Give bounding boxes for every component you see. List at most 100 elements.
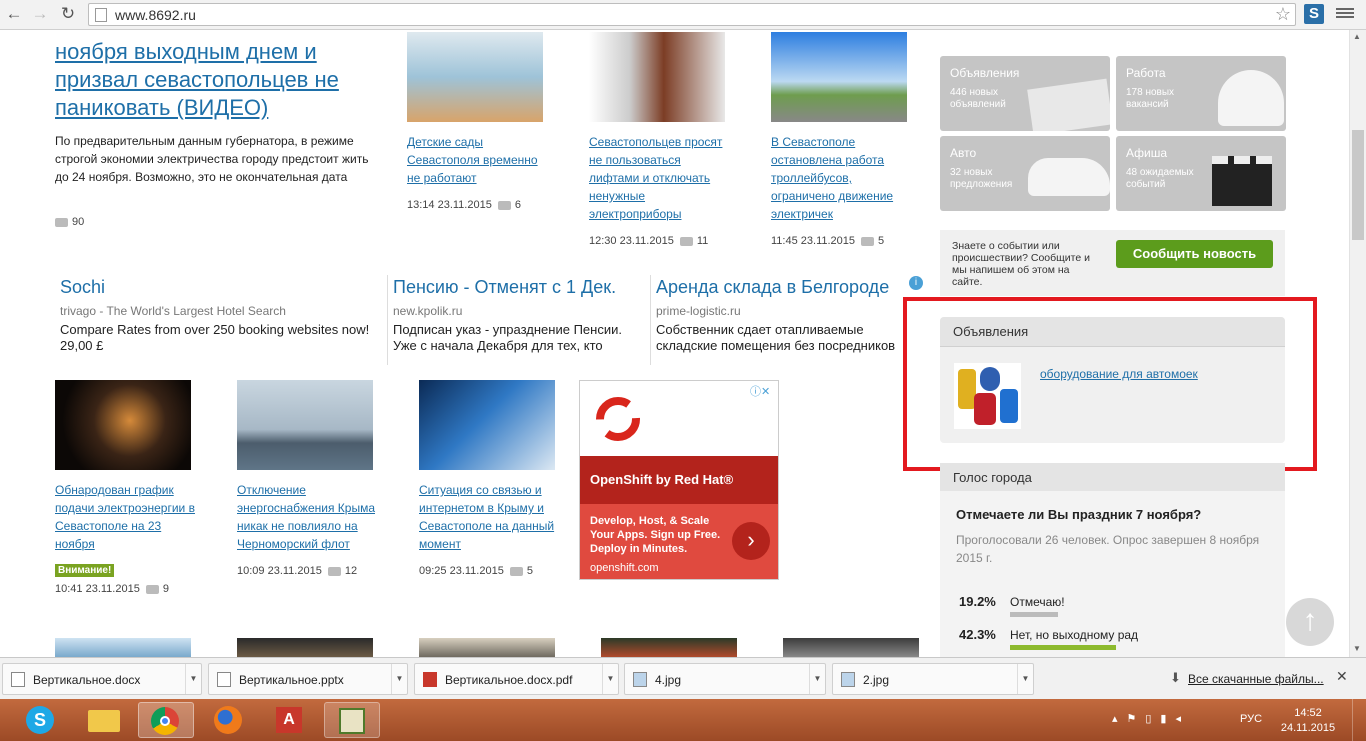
chevron-down-icon[interactable]: ▼: [602, 664, 618, 694]
poll-option-label: Отмечаю!: [1010, 595, 1065, 609]
ad-title[interactable]: Sochi: [60, 277, 380, 298]
news-image-kindergarten[interactable]: [407, 32, 543, 122]
ad-text: Compare Rates from over 250 booking webs…: [60, 322, 370, 353]
tile-subtitle: 48 ожидаемых событий: [1126, 167, 1194, 190]
chevron-right-icon[interactable]: ›: [732, 522, 770, 560]
scrollbar-thumb[interactable]: [1352, 130, 1364, 240]
news-image-network[interactable]: [419, 380, 555, 470]
clock[interactable]: 14:52 24.11.2015: [1278, 706, 1338, 736]
ad-title[interactable]: Аренда склада в Белгороде: [656, 277, 906, 298]
ad-divider: [387, 275, 388, 365]
poll-option-label: Нет, но выходному рад: [1010, 628, 1139, 642]
news-link[interactable]: Отключение энергоснабжения Крыма никак н…: [237, 481, 377, 553]
news-image[interactable]: [419, 638, 555, 657]
download-item[interactable]: Вертикальное.docx ▼: [2, 663, 202, 695]
text-ad[interactable]: Пенсию - Отменят с 1 Дек. new.kpolik.ru …: [393, 277, 643, 354]
adchoices-icon[interactable]: i: [909, 276, 923, 290]
news-image-warship[interactable]: [237, 380, 373, 470]
text-ad[interactable]: Аренда склада в Белгороде prime-logistic…: [656, 277, 906, 354]
chrome-icon[interactable]: [138, 702, 194, 738]
scroll-up-icon[interactable]: ▲: [1353, 32, 1361, 41]
tile-classifieds[interactable]: Объявления 446 новых объявлений: [940, 56, 1110, 131]
tile-jobs[interactable]: Работа 178 новых вакансий: [1116, 56, 1286, 131]
news-image[interactable]: [55, 638, 191, 657]
download-item[interactable]: Вертикальное.pptx ▼: [208, 663, 408, 695]
menu-icon[interactable]: [1336, 6, 1354, 22]
tray-icons[interactable]: ▴⚑▯▮◂: [1112, 712, 1190, 725]
chevron-down-icon[interactable]: ▼: [185, 664, 201, 694]
tile-events[interactable]: Афиша 48 ожидаемых событий: [1116, 136, 1286, 211]
report-news-button[interactable]: Сообщить новость: [1116, 240, 1273, 268]
news-link[interactable]: В Севастополе остановлена работа троллей…: [771, 133, 911, 223]
news-link[interactable]: Обнародован график подачи электроэнергии…: [55, 481, 195, 553]
taskbar: S A ▴⚑▯▮◂ РУС 14:52 24.11.2015: [0, 699, 1366, 741]
news-image-elevator[interactable]: [589, 32, 725, 122]
scroll-to-top-icon[interactable]: ↑: [1286, 598, 1334, 646]
ad-close-icon[interactable]: ⓘ✕: [750, 383, 770, 399]
download-filename: Вертикальное.pptx: [239, 673, 344, 687]
download-item[interactable]: 2.jpg ▼: [832, 663, 1034, 695]
page-scrollbar[interactable]: ▲ ▼: [1349, 30, 1366, 657]
tile-auto[interactable]: Авто 32 новых предложения: [940, 136, 1110, 211]
comment-icon: [509, 566, 523, 576]
report-text: Знаете о событии или происшествии? Сообщ…: [952, 240, 1090, 288]
banner-text: Develop, Host, & Scale Your Apps. Sign u…: [590, 515, 721, 555]
tile-title: Объявления: [950, 66, 1020, 80]
comment-icon: [679, 236, 693, 246]
app-icon[interactable]: [324, 702, 380, 738]
back-icon[interactable]: ←: [4, 4, 24, 24]
bookmark-star-icon[interactable]: ☆: [1275, 4, 1291, 25]
newspaper-icon: [1027, 78, 1110, 131]
reload-icon[interactable]: ↻: [58, 4, 78, 24]
banner-domain: openshift.com: [590, 562, 659, 574]
ad-title[interactable]: Пенсию - Отменят с 1 Дек.: [393, 277, 643, 298]
extension-icon[interactable]: S: [1304, 4, 1324, 24]
text-ad[interactable]: Sochi trivago - The World's Largest Hote…: [60, 277, 380, 354]
news-image[interactable]: [237, 638, 373, 657]
banner-title[interactable]: OpenShift by Red Hat®: [580, 456, 778, 504]
openshift-logo-icon: [596, 397, 640, 441]
forward-icon[interactable]: →: [30, 4, 50, 24]
poll-info: Проголосовали 26 человек. Опрос завершен…: [956, 533, 1260, 565]
download-arrow-icon: ⬇: [1170, 670, 1181, 685]
all-downloads-link[interactable]: Все скачанные файлы...: [1188, 672, 1324, 686]
download-filename: 2.jpg: [863, 673, 890, 687]
openshift-banner[interactable]: OpenShift by Red Hat® Develop, Host, & S…: [579, 380, 779, 580]
show-desktop-button[interactable]: [1352, 699, 1366, 741]
chevron-down-icon[interactable]: ▼: [391, 664, 407, 694]
scroll-down-icon[interactable]: ▼: [1353, 644, 1361, 653]
clock-date: 24.11.2015: [1280, 722, 1336, 734]
lead-comments[interactable]: 90: [55, 216, 84, 228]
poll-option-bar: [1010, 645, 1116, 650]
news-link[interactable]: Севастопольцев просят не пользоваться ли…: [589, 133, 729, 223]
news-image[interactable]: [601, 638, 737, 657]
news-meta: 10:09 23.11.2015 12: [237, 565, 358, 577]
news-link[interactable]: Детские сады Севастополя временно не раб…: [407, 133, 547, 187]
tile-title: Работа: [1126, 66, 1166, 80]
url-text[interactable]: www.8692.ru: [115, 7, 196, 23]
poll-option-percent: 19.2%: [959, 594, 996, 609]
skype-icon[interactable]: S: [20, 702, 60, 738]
chevron-down-icon[interactable]: ▼: [809, 664, 825, 694]
address-bar[interactable]: www.8692.ru ☆: [88, 3, 1296, 26]
news-meta: 11:45 23.11.2015 5: [771, 235, 885, 247]
download-item[interactable]: 4.jpg ▼: [624, 663, 826, 695]
news-meta: 12:30 23.11.2015 11: [589, 235, 709, 247]
ad-source: trivago - The World's Largest Hotel Sear…: [60, 304, 286, 318]
lead-headline[interactable]: ноября выходным днем и призвал севастопо…: [55, 38, 385, 122]
image-file-icon: [841, 672, 855, 687]
news-link[interactable]: Ситуация со связью и интернетом в Крыму …: [419, 481, 559, 553]
acrobat-icon[interactable]: A: [266, 702, 312, 738]
language-indicator[interactable]: РУС: [1240, 713, 1262, 725]
news-image[interactable]: [783, 638, 919, 657]
close-icon[interactable]: ✕: [1336, 668, 1348, 685]
firefox-icon[interactable]: [206, 702, 252, 738]
explorer-icon[interactable]: [82, 702, 128, 738]
chevron-down-icon[interactable]: ▼: [1017, 664, 1033, 694]
poll-heading: Голос города: [940, 463, 1285, 491]
news-image-lightbulb[interactable]: [55, 380, 191, 470]
news-image-trolleybus[interactable]: [771, 32, 907, 122]
download-item[interactable]: Вертикальное.docx.pdf ▼: [414, 663, 619, 695]
ad-text: Собственник сдает отапливаемые складские…: [656, 322, 896, 353]
image-file-icon: [633, 672, 647, 687]
